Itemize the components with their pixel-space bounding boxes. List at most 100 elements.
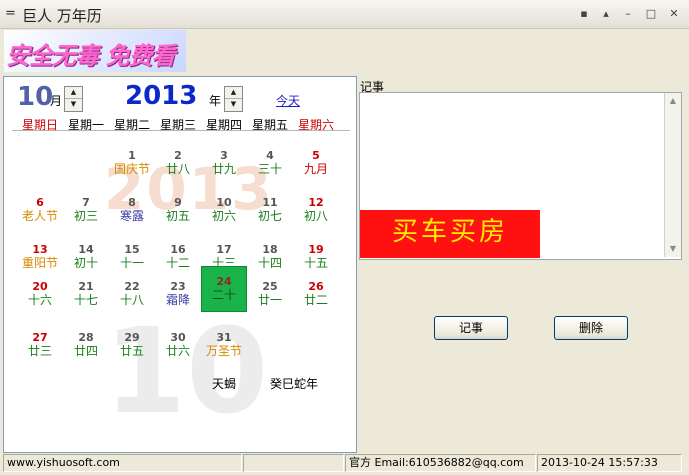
lunar-label: 廿四 [73,344,98,358]
year-spinner[interactable]: ▲ ▼ [224,86,243,112]
month-value: 10 [17,82,54,112]
day-number: 20 [32,280,48,293]
delete-memo-button[interactable]: 删除 [554,316,628,340]
day-cell[interactable]: 23 霜降 [155,272,201,318]
minimize-button[interactable]: – [620,6,636,22]
day-number: 4 [266,149,274,162]
day-number: 31 [216,331,232,344]
month-spinner[interactable]: ▲ ▼ [64,86,83,112]
day-number: 25 [262,280,278,293]
day-number: 22 [124,280,140,293]
day-cell[interactable]: 25 廿一 [247,272,293,318]
day-number: 30 [170,331,186,344]
lunar-label: 十七 [73,293,98,307]
year-down-arrow-icon[interactable]: ▼ [225,99,242,110]
day-cell[interactable]: 9 初五 [155,188,201,234]
system-menu-icon[interactable]: = [5,6,16,21]
day-number: 19 [308,243,324,256]
rollup-icon[interactable]: ▴ [598,6,614,22]
lunar-label: 十一 [119,256,144,270]
day-number: 10 [216,196,232,209]
lunar-label: 重阳节 [21,256,58,270]
day-cell[interactable]: 4 三十 [247,141,293,187]
day-cell[interactable]: 22 十八 [109,272,155,318]
day-cell[interactable]: 10 初六 [201,188,247,234]
day-cell[interactable]: 31 万圣节 [201,323,247,369]
day-number: 24 [216,275,232,288]
day-cell[interactable]: 2 廿八 [155,141,201,187]
day-cell[interactable]: 5 九月 [293,141,339,187]
day-cell[interactable]: 27 廿三 [17,323,63,369]
day-number: 23 [170,280,186,293]
day-cell[interactable]: 29 廿五 [109,323,155,369]
banner-ad-text: 安全无毒 免费看 [6,41,175,70]
lunar-label: 初五 [165,209,190,223]
day-cell[interactable]: 12 初八 [293,188,339,234]
day-number: 2 [174,149,182,162]
lunar-label: 初八 [303,209,328,223]
add-memo-button[interactable]: 记事 [434,316,508,340]
zodiac-sign-label: 天蝎 [212,377,237,391]
lunar-label: 寒露 [119,209,144,223]
year-up-arrow-icon[interactable]: ▲ [225,87,242,99]
year-unit-label: 年 [209,94,222,108]
menu-square-icon[interactable]: ▪ [576,6,592,22]
lunar-label: 初七 [257,209,282,223]
day-number: 27 [32,331,48,344]
day-number: 16 [170,243,186,256]
day-number: 9 [174,196,182,209]
lunar-label: 廿二 [303,293,328,307]
day-cell[interactable]: 21 十七 [63,272,109,318]
lunar-label: 廿九 [211,162,236,176]
lunar-label: 初三 [73,209,98,223]
lunar-label: 廿五 [119,344,144,358]
day-number: 12 [308,196,324,209]
day-number: 8 [128,196,136,209]
scroll-down-icon[interactable]: ▼ [665,241,681,257]
today-link[interactable]: 今天 [276,92,300,109]
maximize-button[interactable]: □ [643,6,659,22]
day-number: 21 [78,280,94,293]
day-number: 18 [262,243,278,256]
status-contact-email: 官方 Email:610536882@qq.com [345,454,536,472]
weekday-divider [12,130,350,131]
day-number: 28 [78,331,94,344]
day-number: 1 [128,149,136,162]
month-down-arrow-icon[interactable]: ▼ [65,99,82,110]
close-button[interactable]: ✕ [666,6,682,22]
lunar-label: 老人节 [21,209,58,223]
lunar-label: 霜降 [165,293,190,307]
month-unit-label: 月 [50,94,63,108]
day-number: 5 [312,149,320,162]
scroll-up-icon[interactable]: ▲ [665,93,681,109]
day-cell[interactable]: 6 老人节 [17,188,63,234]
day-cell[interactable]: 7 初三 [63,188,109,234]
month-up-arrow-icon[interactable]: ▲ [65,87,82,99]
day-number: 15 [124,243,140,256]
lunar-label: 廿一 [257,293,282,307]
year-value: 2013 [125,81,198,111]
day-number: 26 [308,280,324,293]
day-number: 29 [124,331,140,344]
day-cell-selected[interactable]: 24 二十 [201,266,247,312]
lunar-label: 廿六 [165,344,190,358]
day-number: 6 [36,196,44,209]
lunar-label: 十四 [257,256,282,270]
day-cell[interactable]: 30 廿六 [155,323,201,369]
memo-scrollbar[interactable]: ▲ ▼ [664,93,681,257]
ganzhi-year-label: 癸巳蛇年 [270,377,319,391]
day-cell[interactable]: 3 廿九 [201,141,247,187]
day-number: 13 [32,243,48,256]
day-cell[interactable]: 28 廿四 [63,323,109,369]
lunar-label: 廿八 [165,162,190,176]
memo-ad-text: 买车买房 [391,217,508,247]
day-cell[interactable]: 8 寒露 [109,188,155,234]
day-number: 11 [262,196,278,209]
lunar-label: 十五 [303,256,328,270]
day-cell[interactable]: 20 十六 [17,272,63,318]
day-cell[interactable]: 1 国庆节 [109,141,155,187]
day-number: 17 [216,243,232,256]
day-cell[interactable]: 26 廿二 [293,272,339,318]
lunar-label: 十二 [165,256,190,270]
day-cell[interactable]: 11 初七 [247,188,293,234]
